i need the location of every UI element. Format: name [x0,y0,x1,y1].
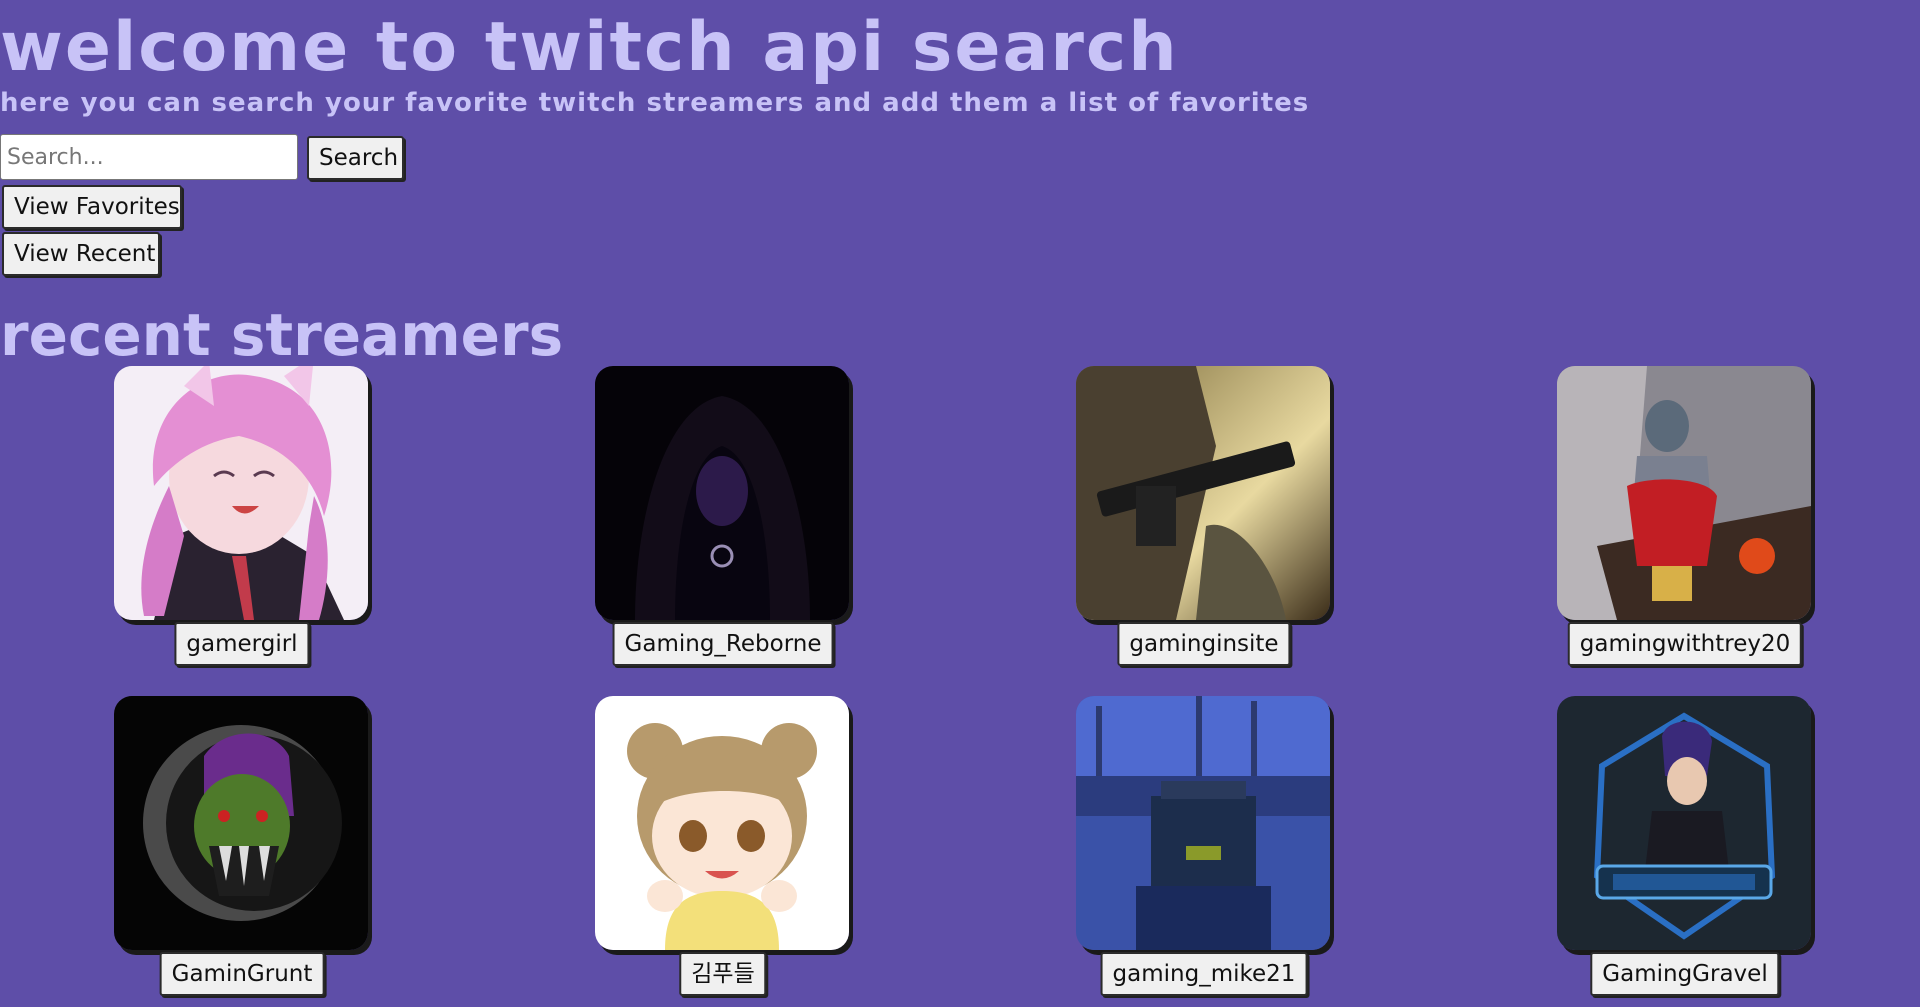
streamer-avatar[interactable] [1076,366,1330,620]
streamer-avatar[interactable] [1557,696,1811,950]
streamer-name-button[interactable]: gaming_mike21 [1100,952,1308,996]
streamer-card[interactable]: gamingwithtrey20 [1445,366,1845,686]
streamer-name-button[interactable]: Gaming_Reborne [612,622,834,666]
search-button[interactable]: Search [307,136,404,180]
streamer-card[interactable]: Gaming_Reborne [483,366,883,686]
streamer-card[interactable]: 김푸들 [483,696,883,1007]
streamer-avatar[interactable] [1557,366,1811,620]
streamer-avatar[interactable] [114,366,368,620]
view-recent-button[interactable]: View Recent [2,232,160,276]
hooded-figure-avatar-image [595,366,849,620]
search-input[interactable] [0,134,298,180]
chibi-avatar-image [595,696,849,950]
streamer-name-button[interactable]: 김푸들 [679,952,767,996]
streamer-avatar[interactable] [114,696,368,950]
figurine-avatar-image [1557,366,1811,620]
orc-avatar-image [114,696,368,950]
streamer-card[interactable]: GaminGrunt [2,696,402,1007]
blocky-character-avatar-image [1076,696,1330,950]
streamer-name-button[interactable]: gaminginsite [1117,622,1291,666]
gaming-gravel-logo-avatar-image [1557,696,1811,950]
anime-girl-avatar-image [114,366,368,620]
page-subtitle: Here you can search your favorite Twitch… [0,88,1310,118]
streamer-card[interactable]: gaminginsite [964,366,1364,686]
streamer-name-button[interactable]: GamingGravel [1590,952,1780,996]
view-favorites-button[interactable]: View Favorites [2,185,182,229]
section-title: Recent Streamers [0,301,564,369]
streamer-name-button[interactable]: gamergirl [174,622,310,666]
streamer-name-button[interactable]: GaminGrunt [159,952,325,996]
streamer-card[interactable]: GamingGravel [1445,696,1845,1007]
streamer-card[interactable]: gaming_mike21 [964,696,1364,1007]
soldier-avatar-image [1076,366,1330,620]
page: Welcome to Twitch API Search Here you ca… [0,0,1920,1007]
streamer-name-button[interactable]: gamingwithtrey20 [1567,622,1803,666]
page-title: Welcome to Twitch API Search [0,8,1179,87]
streamer-card[interactable]: gamergirl [2,366,402,686]
streamer-avatar[interactable] [595,696,849,950]
streamer-avatar[interactable] [595,366,849,620]
streamer-avatar[interactable] [1076,696,1330,950]
